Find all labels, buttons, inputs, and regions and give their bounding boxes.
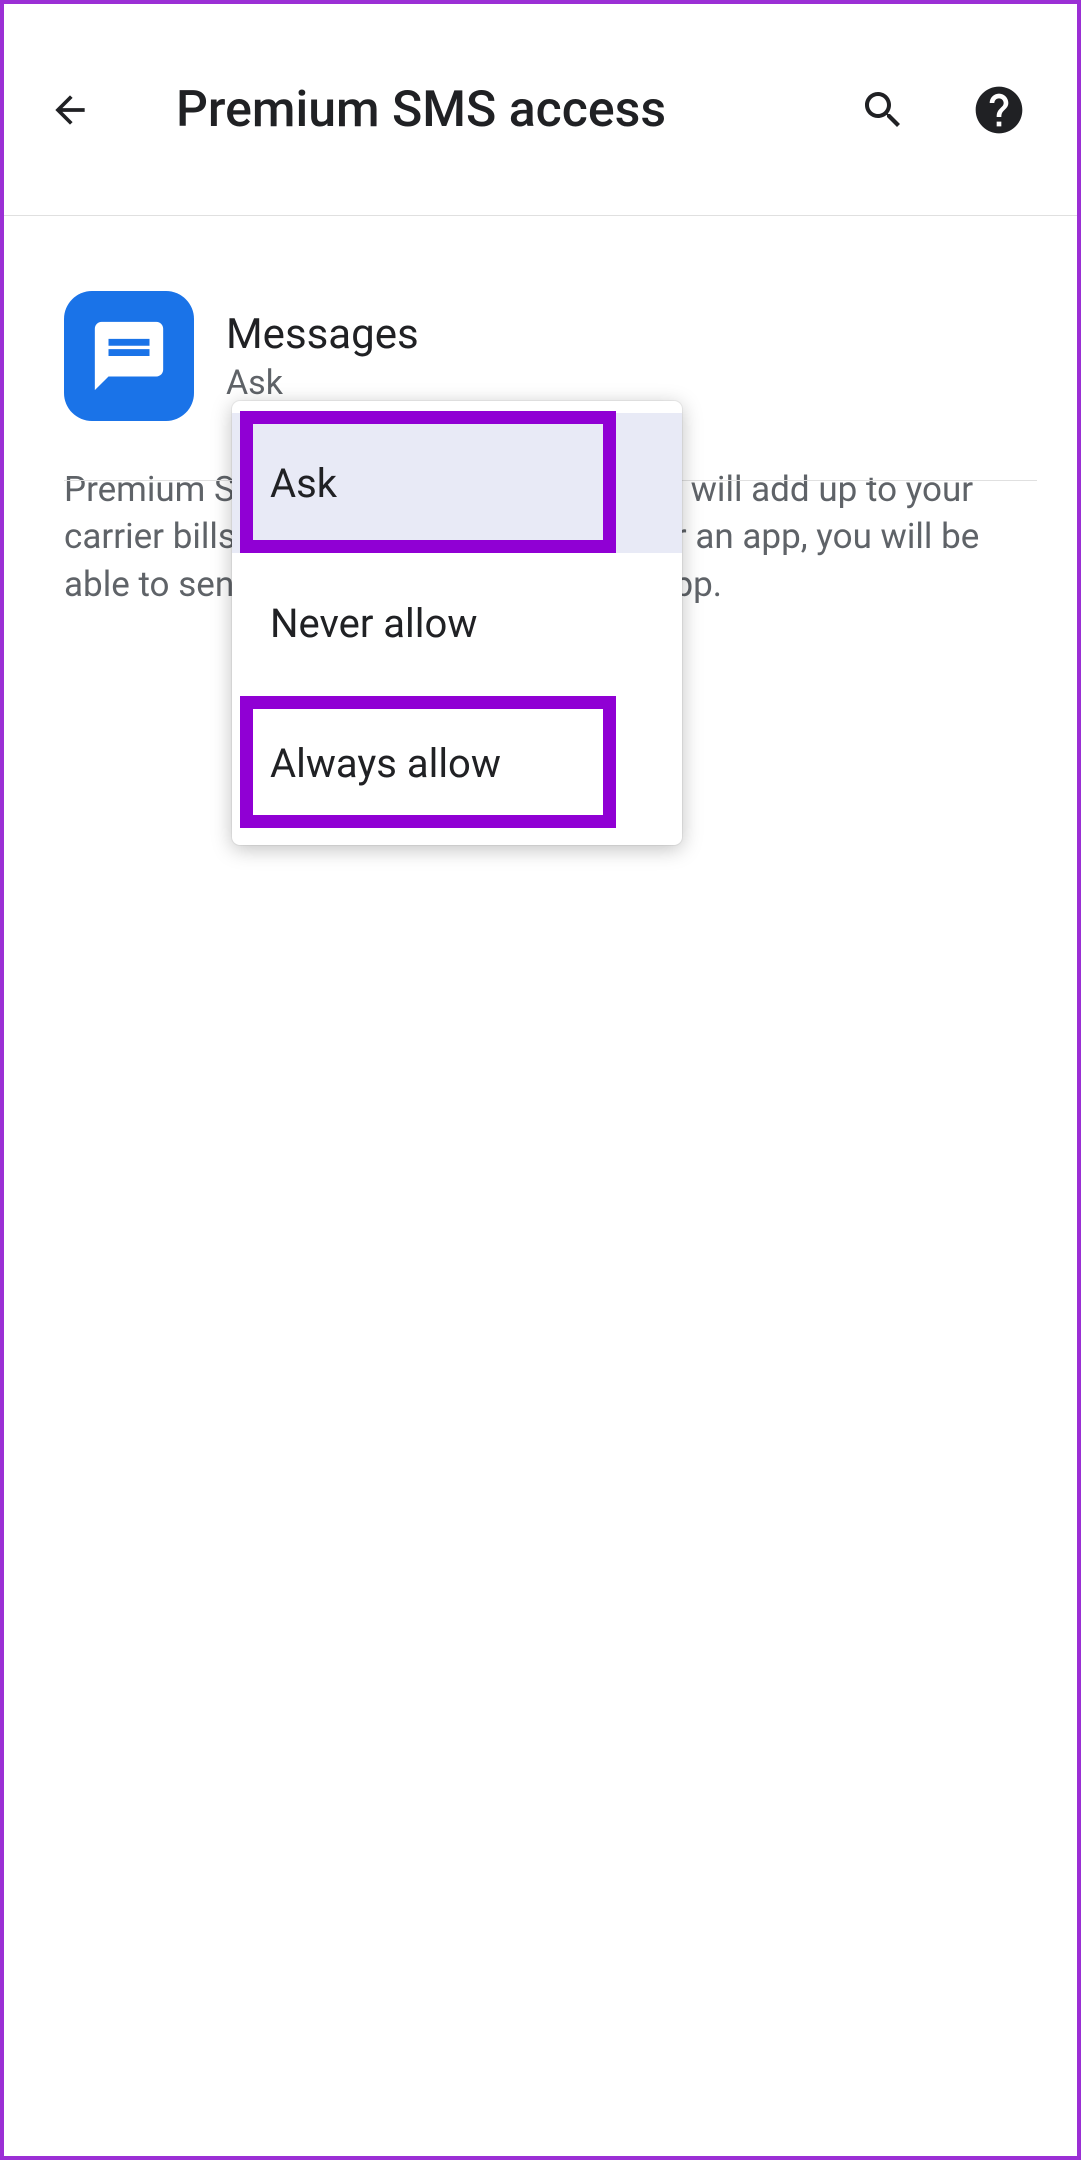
app-info: Messages Ask	[226, 310, 419, 403]
header-actions	[855, 82, 1027, 138]
messages-app-icon	[64, 291, 194, 421]
app-status: Ask	[226, 363, 419, 403]
dropdown-option-always-allow[interactable]: Always allow	[232, 693, 682, 833]
permission-dropdown: Ask Never allow Always allow	[232, 401, 682, 845]
search-icon[interactable]	[855, 82, 911, 138]
header: Premium SMS access	[4, 4, 1077, 216]
dropdown-option-ask[interactable]: Ask	[232, 413, 682, 553]
dropdown-option-never-allow[interactable]: Never allow	[232, 553, 682, 693]
app-name: Messages	[226, 310, 419, 359]
page-title: Premium SMS access	[176, 81, 855, 139]
back-icon[interactable]	[44, 84, 96, 136]
content: Messages Ask Premium SMS may cost you mo…	[4, 216, 1077, 608]
help-icon[interactable]	[971, 82, 1027, 138]
